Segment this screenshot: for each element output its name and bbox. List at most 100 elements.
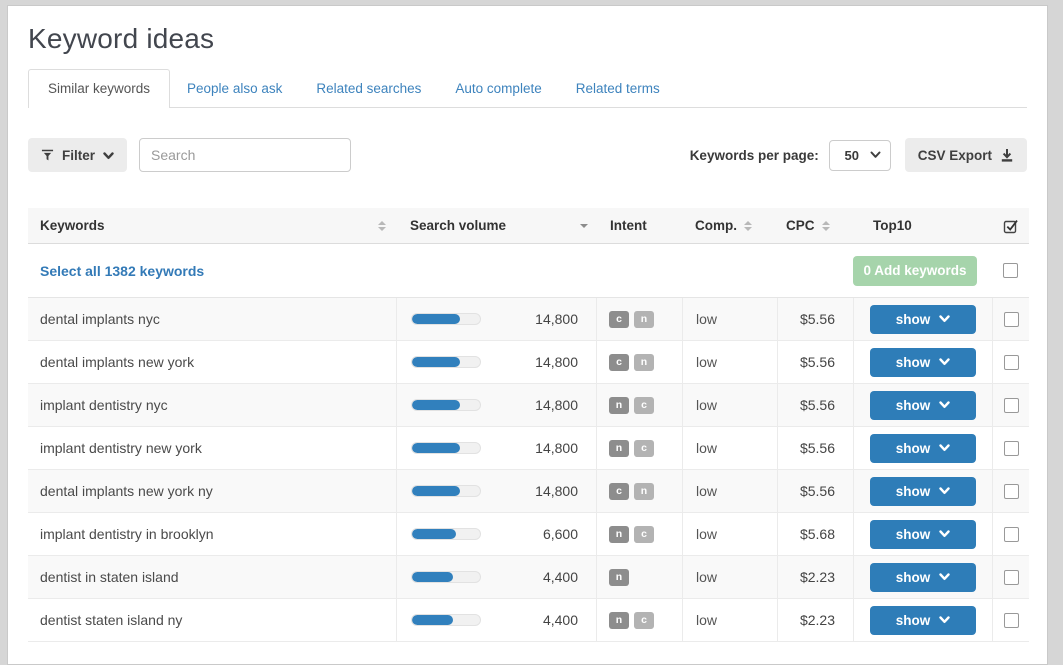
show-top10-button[interactable]: show [870, 434, 976, 463]
csv-export-button[interactable]: CSV Export [905, 138, 1027, 172]
column-header-select-all[interactable] [992, 208, 1029, 243]
show-top10-button[interactable]: show [870, 348, 976, 377]
competition-value: low [696, 526, 717, 542]
volume-bar [411, 442, 481, 454]
select-all-keywords-link[interactable]: Select all 1382 keywords [28, 263, 853, 279]
top10-cell: show [853, 556, 992, 598]
show-top10-button[interactable]: show [870, 305, 976, 334]
keyword-text[interactable]: dental implants new york ny [40, 483, 213, 499]
competition-cell: low [682, 384, 777, 426]
column-header-cpc[interactable]: CPC [777, 208, 853, 243]
tab-auto-complete[interactable]: Auto complete [438, 70, 558, 107]
row-checkbox[interactable] [1004, 613, 1019, 628]
filter-funnel-icon [41, 149, 54, 162]
keyword-text[interactable]: implant dentistry in brooklyn [40, 526, 214, 542]
page-title: Keyword ideas [28, 23, 1027, 55]
search-volume-cell: 4,400 [396, 599, 596, 641]
row-checkbox[interactable] [1004, 527, 1019, 542]
cpc-value: $2.23 [800, 612, 835, 628]
intent-cell: n [596, 556, 682, 598]
volume-value: 14,800 [481, 483, 596, 499]
show-top10-button[interactable]: show [870, 563, 976, 592]
intent-badge-c: c [609, 354, 629, 371]
keyword-cell: implant dentistry in brooklyn [28, 513, 396, 555]
toolbar: Filter Keywords per page: 50 CSV Export [28, 138, 1027, 172]
competition-cell: low [682, 470, 777, 512]
keyword-text[interactable]: dental implants new york [40, 354, 194, 370]
search-volume-cell: 4,400 [396, 556, 596, 598]
row-checkbox[interactable] [1004, 441, 1019, 456]
row-checkbox[interactable] [1004, 484, 1019, 499]
keyword-cell: dental implants new york ny [28, 470, 396, 512]
checkbox-cell [992, 341, 1029, 383]
chevron-down-icon [939, 573, 950, 581]
tab-people-also-ask[interactable]: People also ask [170, 70, 299, 107]
intent-cell: nc [596, 384, 682, 426]
competition-value: low [696, 483, 717, 499]
keyword-cell: dental implants nyc [28, 298, 396, 340]
column-header-intent: Intent [596, 208, 682, 243]
intent-badge-c: c [609, 311, 629, 328]
column-header-competition[interactable]: Comp. [682, 208, 777, 243]
column-header-keywords[interactable]: Keywords [28, 208, 396, 243]
volume-bar [411, 356, 481, 368]
intent-cell: cn [596, 470, 682, 512]
show-top10-button[interactable]: show [870, 391, 976, 420]
search-input[interactable] [139, 138, 351, 172]
intent-badge-c: c [609, 483, 629, 500]
table-row: dental implants nyc 14,800 cn low $5.56 … [28, 298, 1029, 341]
keyword-cell: implant dentistry nyc [28, 384, 396, 426]
volume-value: 14,800 [481, 440, 596, 456]
show-top10-button[interactable]: show [870, 520, 976, 549]
top10-cell: show [853, 513, 992, 555]
keyword-text[interactable]: dental implants nyc [40, 311, 160, 327]
competition-value: low [696, 354, 717, 370]
show-top10-button[interactable]: show [870, 606, 976, 635]
add-keywords-button[interactable]: 0 Add keywords [853, 256, 977, 286]
cpc-cell: $5.56 [777, 470, 853, 512]
checkbox-cell [992, 384, 1029, 426]
column-header-search-volume[interactable]: Search volume [396, 208, 596, 243]
checkbox-cell [992, 427, 1029, 469]
row-checkbox[interactable] [1004, 355, 1019, 370]
competition-cell: low [682, 513, 777, 555]
row-checkbox[interactable] [1004, 398, 1019, 413]
intent-badge-n: n [634, 483, 654, 500]
keyword-cell: dentist in staten island [28, 556, 396, 598]
tab-related-searches[interactable]: Related searches [299, 70, 438, 107]
sort-desc-icon [580, 224, 588, 228]
top10-cell: show [853, 427, 992, 469]
competition-cell: low [682, 599, 777, 641]
intent-cell: nc [596, 427, 682, 469]
tab-similar-keywords[interactable]: Similar keywords [28, 69, 170, 108]
tab-related-terms[interactable]: Related terms [559, 70, 677, 107]
keyword-text[interactable]: implant dentistry nyc [40, 397, 168, 413]
row-checkbox[interactable] [1004, 312, 1019, 327]
column-header-top10: Top10 [853, 208, 992, 243]
checkbox-cell [992, 298, 1029, 340]
select-all-row-checkbox[interactable] [1003, 263, 1018, 278]
volume-bar [411, 313, 481, 325]
show-top10-button[interactable]: show [870, 477, 976, 506]
volume-bar [411, 399, 481, 411]
chevron-down-icon [939, 358, 950, 366]
competition-value: low [696, 311, 717, 327]
top10-cell: show [853, 298, 992, 340]
search-volume-cell: 14,800 [396, 427, 596, 469]
show-button-label: show [896, 441, 931, 456]
cpc-value: $5.68 [800, 526, 835, 542]
competition-value: low [696, 569, 717, 585]
keyword-text[interactable]: dentist staten island ny [40, 612, 182, 628]
chevron-down-icon [870, 146, 890, 164]
keywords-table: Keywords Search volume Intent Comp. CPC … [28, 208, 1029, 642]
show-button-label: show [896, 570, 931, 585]
volume-value: 14,800 [481, 397, 596, 413]
chevron-down-icon [939, 444, 950, 452]
filter-button[interactable]: Filter [28, 138, 127, 172]
keyword-text[interactable]: implant dentistry new york [40, 440, 202, 456]
row-checkbox[interactable] [1004, 570, 1019, 585]
keyword-text[interactable]: dentist in staten island [40, 569, 179, 585]
intent-badge-c: c [634, 397, 654, 414]
table-row: implant dentistry new york 14,800 nc low… [28, 427, 1029, 470]
per-page-select[interactable]: 50 [829, 140, 891, 171]
